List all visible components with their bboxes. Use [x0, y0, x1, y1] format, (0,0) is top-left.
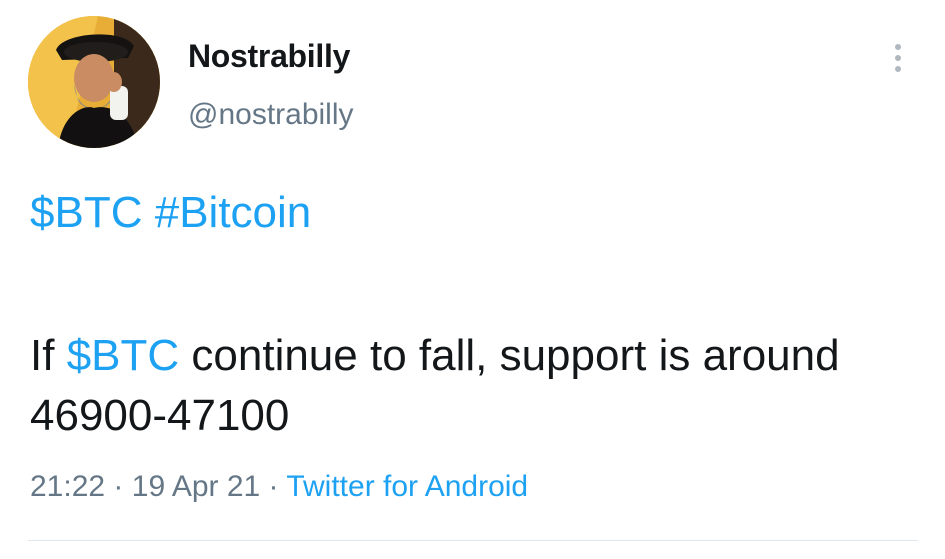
- user-handle[interactable]: @nostrabilly: [188, 98, 354, 132]
- body-prefix: If: [30, 331, 67, 380]
- more-dot: [895, 55, 901, 61]
- more-vertical-icon[interactable]: [880, 40, 916, 76]
- body-cashtag-link[interactable]: $BTC: [67, 331, 179, 380]
- avatar-image: [28, 16, 160, 148]
- meta-separator: ·: [268, 470, 279, 503]
- hashtag-link[interactable]: #Bitcoin: [155, 188, 312, 237]
- divider: [28, 540, 918, 541]
- avatar[interactable]: [28, 16, 160, 148]
- more-dot: [895, 66, 901, 72]
- display-name[interactable]: Nostrabilly: [188, 38, 350, 75]
- tweet-tags-line: $BTC #Bitcoin: [30, 188, 311, 238]
- tweet-source-link[interactable]: Twitter for Android: [286, 470, 528, 503]
- tweet-body: If $BTC continue to fall, support is aro…: [30, 326, 910, 446]
- tweet-date[interactable]: 19 Apr 21: [132, 470, 260, 503]
- tweet-card: Nostrabilly @nostrabilly $BTC #Bitcoin I…: [0, 0, 945, 559]
- cashtag-link[interactable]: $BTC: [30, 188, 142, 237]
- tweet-meta: 21:22 · 19 Apr 21 · Twitter for Android: [30, 470, 528, 504]
- meta-separator: ·: [113, 470, 124, 503]
- tweet-time[interactable]: 21:22: [30, 470, 105, 503]
- more-dot: [895, 44, 901, 50]
